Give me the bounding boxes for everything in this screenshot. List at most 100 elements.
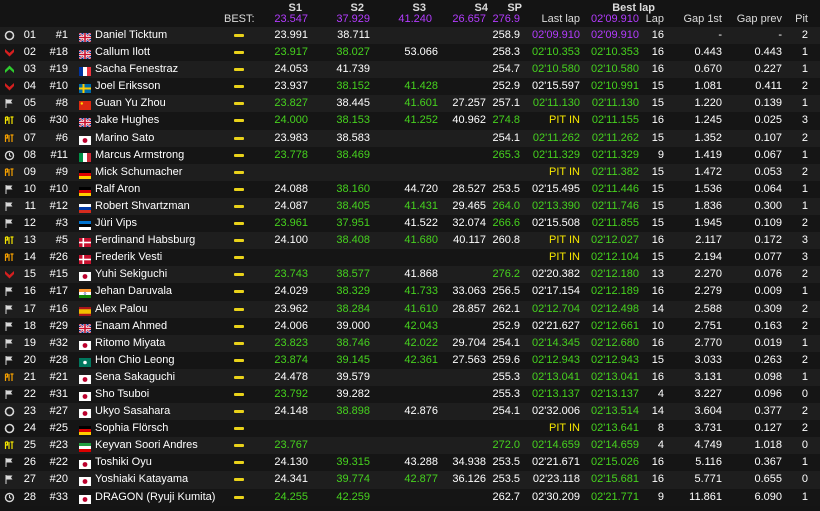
table-row[interactable]: 01 #1 Daniel Ticktum 23.991 38.711 258.9 02'09…	[0, 27, 820, 45]
header-row: BEST: S1 S2 S3 S4 SP Best lap 23.547 37.…	[0, 0, 820, 27]
table-row[interactable]: 25 #23 Keyvan Soori Andres 23.767 272.0 02'14…	[0, 437, 820, 455]
table-row[interactable]: 05 #8 Guan Yu Zhou 23.827 38.445 41.601 27.257…	[0, 95, 820, 113]
table-row[interactable]: 28 #33 DRAGON (Ryuji Kumita) 24.255 42.259 26…	[0, 488, 820, 506]
circle-icon	[3, 420, 15, 437]
lap-count: 15	[651, 97, 664, 110]
table-row[interactable]: 12 #3 Jüri Vips 23.961 37.951 41.522 32.074 266…	[0, 215, 820, 233]
best-lap: 02'13.137	[591, 387, 639, 400]
lap-count: 9	[657, 490, 664, 503]
sector-2: 39.315	[336, 456, 370, 469]
sector-3: 44.720	[404, 182, 438, 195]
timing-rows: 01 #1 Daniel Ticktum 23.991 38.711 258.9 02'09…	[0, 27, 820, 506]
sector-3: 41.601	[404, 97, 438, 110]
position: 13	[23, 234, 36, 247]
driver-name: Sophia Flörsch	[95, 422, 169, 435]
sector-1: 23.937	[274, 80, 308, 93]
table-row[interactable]: 09 #9 Mick Schumacher PIT IN 02'11.382 15 1.47…	[0, 163, 820, 181]
table-row[interactable]: 23 #27 Ukyo Sasahara 24.148 38.898 42.876 254.…	[0, 403, 820, 421]
table-row[interactable]: 18 #29 Enaam Ahmed 24.006 39.000 42.043 252.9 0…	[0, 317, 820, 335]
table-row[interactable]: 22 #31 Sho Tsuboi 23.792 39.282 255.3 02'13.13…	[0, 385, 820, 404]
position: 20	[23, 353, 36, 366]
sector-2: 41.739	[336, 63, 370, 76]
gap-first: 1.220	[694, 97, 722, 110]
gap-first: 3.033	[694, 353, 722, 366]
lap-count: 16	[651, 456, 664, 469]
speed: 258.3	[492, 46, 520, 59]
car-number: #20	[49, 473, 68, 486]
table-row[interactable]: 14 #26 Frederik Vesti PIT IN 02'12.104 15 2.19…	[0, 249, 820, 267]
flag-de-icon	[79, 185, 91, 196]
table-row[interactable]: 16 #17 Jehan Daruvala 24.029 38.329 41.733 33.…	[0, 283, 820, 301]
car-icon	[234, 239, 244, 243]
car-icon	[234, 273, 244, 277]
position: 11	[24, 199, 36, 212]
gap-first: 3.604	[694, 405, 722, 418]
lap-count: 16	[651, 370, 664, 383]
table-row[interactable]: 02 #18 Callum Ilott 23.917 38.027 53.066 258.3…	[0, 44, 820, 62]
col-pit[interactable]: Pit	[788, 13, 808, 25]
speed: 252.9	[492, 80, 520, 93]
best-s3: 41.240	[398, 13, 432, 25]
gap-first: 2.117	[695, 234, 722, 247]
last-lap: 02'17.154	[532, 285, 580, 298]
last-lap: 02'15.597	[532, 80, 580, 93]
speed: 253.5	[492, 182, 520, 195]
gap-previous: 0.377	[754, 405, 782, 418]
gap-first: 1.352	[694, 131, 722, 144]
car-icon	[234, 307, 244, 311]
gap-previous: 0.076	[754, 268, 782, 281]
last-lap: PIT IN	[549, 114, 580, 127]
position: 02	[23, 46, 36, 59]
last-lap: 02'11.262	[532, 131, 580, 144]
lap-count: 15	[651, 80, 664, 93]
table-row[interactable]: 20 #28 Hon Chio Leong 23.874 39.145 42.361 27.…	[0, 351, 820, 369]
pit-count: 1	[801, 456, 808, 469]
car-number: #26	[49, 251, 68, 264]
table-row[interactable]: 17 #16 Alex Palou 23.962 38.284 41.610 28.857 2…	[0, 300, 820, 318]
best-lap: 02'12.189	[591, 285, 639, 298]
position: 25	[23, 439, 36, 452]
sector-1: 24.000	[274, 114, 308, 127]
driver-name: Marino Sato	[95, 131, 155, 144]
table-row[interactable]: 03 #19 Sacha Fenestraz 24.053 41.739 254.7 02'…	[0, 61, 820, 79]
col-gap-prev[interactable]: Gap prev	[730, 13, 782, 25]
gap-first: 5.771	[694, 473, 722, 486]
speed: 274.8	[492, 114, 520, 127]
pit-count: 1	[801, 63, 808, 76]
position: 09	[23, 165, 36, 178]
table-row[interactable]: 07 #6 Marino Sato 23.983 38.583 254.1 02'11.26…	[0, 129, 820, 147]
gap-first: 0.443	[694, 46, 722, 59]
last-lap: 02'14.659	[532, 439, 580, 452]
flag-de-icon	[79, 168, 91, 179]
col-last-lap[interactable]: Last lap	[520, 13, 580, 25]
table-row[interactable]: 27 #20 Yoshiaki Katayama 24.341 39.774 42.877…	[0, 471, 820, 489]
lap-count: 15	[651, 182, 664, 195]
gap-first: 2.770	[694, 336, 722, 349]
table-row[interactable]: 10 #10 Ralf Aron 24.088 38.160 44.720 28.527 25…	[0, 180, 820, 198]
speed: 266.6	[492, 217, 520, 230]
pit-icon	[3, 232, 15, 249]
gap-first: 1.836	[694, 199, 722, 212]
sector-2: 38.153	[336, 114, 370, 127]
table-row[interactable]: 15 #15 Yuhi Sekiguchi 23.743 38.577 41.868 276…	[0, 266, 820, 284]
table-row[interactable]: 19 #32 Ritomo Miyata 23.823 38.746 42.022 29.7…	[0, 334, 820, 352]
driver-name: Ritomo Miyata	[95, 336, 166, 349]
table-row[interactable]: 24 #25 Sophia Flörsch PIT IN 02'13.641 8 3.731…	[0, 420, 820, 438]
sector-2: 38.445	[336, 97, 370, 110]
col-lap[interactable]: Lap	[640, 13, 664, 25]
table-row[interactable]: 11 #12 Robert Shvartzman 24.087 38.405 41.431…	[0, 197, 820, 216]
flag-ru-icon	[79, 202, 91, 213]
table-row[interactable]: 06 #30 Jake Hughes 24.000 38.153 41.252 40.962…	[0, 112, 820, 130]
pit-count: 1	[801, 199, 808, 212]
table-row[interactable]: 04 #10 Joel Eriksson 23.937 38.152 41.428 252.…	[0, 78, 820, 96]
table-row[interactable]: 08 #11 Marcus Armstrong 23.778 38.469 265.3 02…	[0, 146, 820, 164]
table-row[interactable]: 13 #5 Ferdinand Habsburg 24.100 38.408 41.680…	[0, 232, 820, 250]
driver-name: Guan Yu Zhou	[95, 97, 166, 110]
col-gap-1st[interactable]: Gap 1st	[680, 13, 722, 25]
table-row[interactable]: 26 #22 Toshiki Oyu 24.130 39.315 43.288 34.938…	[0, 454, 820, 472]
car-number: #18	[49, 46, 68, 59]
table-row[interactable]: 21 #21 Sena Sakaguchi 24.478 39.579 255.3 02'1…	[0, 368, 820, 386]
last-lap: 02'09.910	[532, 29, 580, 41]
speed: 276.2	[492, 268, 520, 281]
gap-previous: -	[778, 29, 782, 41]
